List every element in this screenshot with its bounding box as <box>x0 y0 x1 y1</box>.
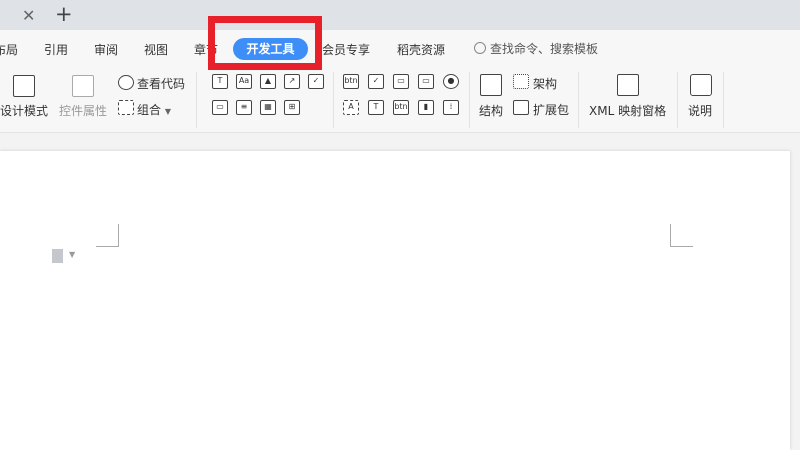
margin-corner-top-left <box>96 224 119 247</box>
toggle-button-icon[interactable]: btn <box>393 100 409 115</box>
command-search[interactable]: 查找命令、搜索模板 <box>474 40 598 57</box>
checkbox-control-icon[interactable]: ✓ <box>308 74 324 89</box>
design-mode-button[interactable]: 设计模式 <box>0 102 48 119</box>
browser-tab-bar: ✕ + <box>0 0 800 30</box>
ribbon-separator <box>196 72 197 128</box>
menu-item-layout[interactable]: 布局 <box>0 41 18 58</box>
ribbon-separator <box>723 72 724 128</box>
label-icon[interactable]: A <box>343 100 359 115</box>
menu-item-view[interactable]: 视图 <box>144 41 168 58</box>
command-button-icon[interactable]: btn <box>343 74 359 89</box>
date-picker-control-icon[interactable]: ▦ <box>260 100 276 115</box>
menu-item-review[interactable]: 审阅 <box>94 41 118 58</box>
control-properties-icon <box>72 75 94 97</box>
combine-icon[interactable] <box>118 100 134 115</box>
schema-icon[interactable] <box>513 74 529 89</box>
schema-button[interactable]: 架构 <box>533 75 557 92</box>
structure-button[interactable]: 结构 <box>479 102 503 119</box>
close-icon[interactable]: ✕ <box>22 6 35 25</box>
xml-mapping-pane-button[interactable]: XML 映射窗格 <box>589 102 666 119</box>
check-box-icon[interactable]: ✓ <box>368 74 384 89</box>
menu-item-docer-resources[interactable]: 稻壳资源 <box>397 41 445 58</box>
xml-pane-icon[interactable] <box>617 74 639 96</box>
expansion-pack-button[interactable]: 扩展包 <box>533 101 569 118</box>
option-button-icon[interactable]: ● <box>443 74 459 89</box>
combine-button[interactable]: 组合 ▼ <box>137 101 171 118</box>
highlight-box <box>208 16 322 70</box>
control-properties-button[interactable]: 控件属性 <box>59 102 107 119</box>
design-mode-icon[interactable] <box>13 75 35 97</box>
rich-text-control-icon[interactable]: Aa <box>236 74 252 89</box>
ribbon-separator <box>677 72 678 128</box>
description-icon[interactable] <box>690 74 712 96</box>
view-code-icon[interactable] <box>118 75 134 90</box>
scroll-bar-icon[interactable]: ▮ <box>418 100 434 115</box>
text-control-icon[interactable]: T <box>212 74 228 89</box>
ribbon-separator <box>333 72 334 128</box>
list-box-icon[interactable]: ▭ <box>418 74 434 89</box>
description-button[interactable]: 说明 <box>688 102 712 119</box>
document-page[interactable] <box>0 151 790 450</box>
paragraph-layout-icon[interactable] <box>52 249 63 263</box>
spin-button-icon[interactable]: ⁞ <box>443 100 459 115</box>
building-block-icon[interactable]: ↗ <box>284 74 300 89</box>
menu-item-references[interactable]: 引用 <box>44 41 68 58</box>
combo-box-control-icon[interactable]: ▭ <box>212 100 228 115</box>
ribbon-separator <box>469 72 470 128</box>
dropdown-list-control-icon[interactable]: ≡ <box>236 100 252 115</box>
menu-item-member[interactable]: 会员专享 <box>322 41 370 58</box>
repeating-section-icon[interactable]: ⊞ <box>284 100 300 115</box>
text-box-icon[interactable]: T <box>368 100 384 115</box>
search-label: 查找命令、搜索模板 <box>490 42 599 56</box>
picture-control-icon[interactable]: ▲ <box>260 74 276 89</box>
chevron-down-icon[interactable]: ▼ <box>69 250 75 259</box>
search-icon <box>474 42 486 54</box>
ribbon-separator <box>578 72 579 128</box>
structure-icon[interactable] <box>480 74 502 96</box>
expansion-pack-icon[interactable] <box>513 100 529 115</box>
combo-box-icon[interactable]: ▭ <box>393 74 409 89</box>
margin-corner-top-right <box>670 224 693 247</box>
view-code-button[interactable]: 查看代码 <box>137 75 185 92</box>
plus-icon[interactable]: + <box>55 2 73 26</box>
